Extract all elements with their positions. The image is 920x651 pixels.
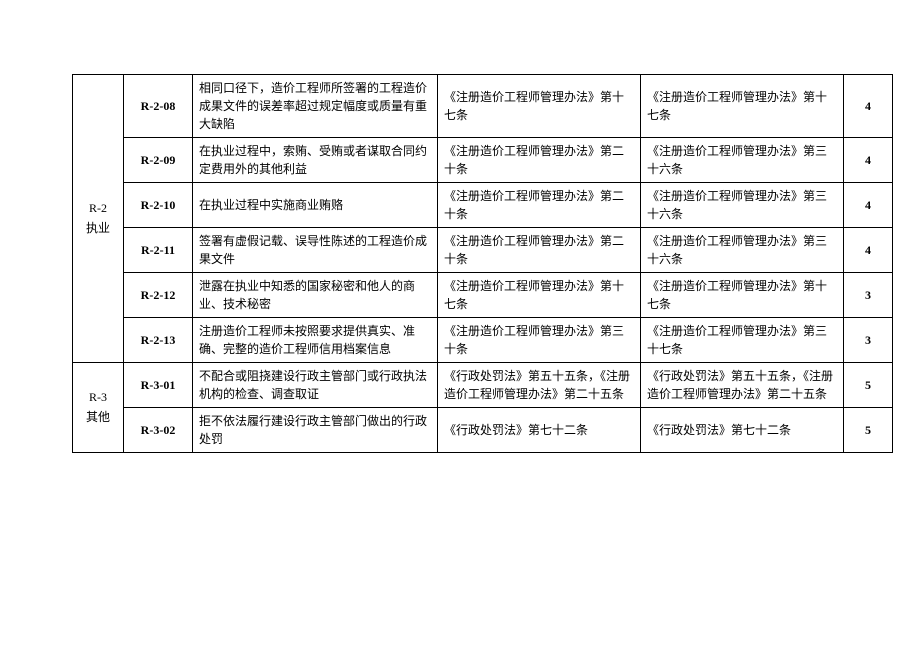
category-code: R-3 [79,388,117,407]
row-basis-1: 《行政处罚法》第七十二条 [438,408,641,453]
row-code: R-3-01 [124,363,193,408]
row-basis-2: 《注册造价工程师管理办法》第三十六条 [641,138,844,183]
row-basis-2: 《注册造价工程师管理办法》第三十六条 [641,183,844,228]
row-code: R-2-12 [124,273,193,318]
table-row: R-2-09在执业过程中，索贿、受贿或者谋取合同约定费用外的其他利益《注册造价工… [73,138,893,183]
row-score: 3 [844,318,893,363]
row-basis-1: 《注册造价工程师管理办法》第二十条 [438,228,641,273]
row-score: 5 [844,363,893,408]
row-score: 3 [844,273,893,318]
row-basis-1: 《注册造价工程师管理办法》第十七条 [438,75,641,138]
row-score: 4 [844,75,893,138]
regulation-table: R-2执业R-2-08相同口径下，造价工程师所签署的工程造价成果文件的误差率超过… [72,74,893,453]
row-basis-2: 《行政处罚法》第七十二条 [641,408,844,453]
row-code: R-2-08 [124,75,193,138]
table-row: R-2-13注册造价工程师未按照要求提供真实、准确、完整的造价工程师信用档案信息… [73,318,893,363]
row-code: R-2-13 [124,318,193,363]
row-basis-2: 《注册造价工程师管理办法》第十七条 [641,75,844,138]
row-code: R-3-02 [124,408,193,453]
row-score: 4 [844,138,893,183]
category-cell: R-3其他 [73,363,124,453]
row-description: 签署有虚假记载、误导性陈述的工程造价成果文件 [193,228,438,273]
category-cell: R-2执业 [73,75,124,363]
table-row: R-2-11签署有虚假记载、误导性陈述的工程造价成果文件《注册造价工程师管理办法… [73,228,893,273]
row-code: R-2-10 [124,183,193,228]
table-row: R-3其他R-3-01不配合或阻挠建设行政主管部门或行政执法机构的检查、调查取证… [73,363,893,408]
table-row: R-2-10在执业过程中实施商业贿赂《注册造价工程师管理办法》第二十条《注册造价… [73,183,893,228]
row-description: 泄露在执业中知悉的国家秘密和他人的商业、技术秘密 [193,273,438,318]
row-score: 4 [844,183,893,228]
row-basis-1: 《注册造价工程师管理办法》第二十条 [438,138,641,183]
row-basis-1: 《注册造价工程师管理办法》第十七条 [438,273,641,318]
row-basis-1: 《注册造价工程师管理办法》第二十条 [438,183,641,228]
row-basis-1: 《注册造价工程师管理办法》第三十条 [438,318,641,363]
row-code: R-2-09 [124,138,193,183]
row-score: 4 [844,228,893,273]
row-description: 注册造价工程师未按照要求提供真实、准确、完整的造价工程师信用档案信息 [193,318,438,363]
row-basis-1: 《行政处罚法》第五十五条，《注册造价工程师管理办法》第二十五条 [438,363,641,408]
row-description: 相同口径下，造价工程师所签署的工程造价成果文件的误差率超过规定幅度或质量有重大缺… [193,75,438,138]
row-description: 在执业过程中实施商业贿赂 [193,183,438,228]
row-basis-2: 《注册造价工程师管理办法》第十七条 [641,273,844,318]
row-basis-2: 《注册造价工程师管理办法》第三十六条 [641,228,844,273]
row-description: 不配合或阻挠建设行政主管部门或行政执法机构的检查、调查取证 [193,363,438,408]
table-row: R-2执业R-2-08相同口径下，造价工程师所签署的工程造价成果文件的误差率超过… [73,75,893,138]
row-score: 5 [844,408,893,453]
row-description: 在执业过程中，索贿、受贿或者谋取合同约定费用外的其他利益 [193,138,438,183]
row-code: R-2-11 [124,228,193,273]
category-name: 其他 [79,408,117,427]
row-basis-2: 《注册造价工程师管理办法》第三十七条 [641,318,844,363]
category-code: R-2 [79,199,117,218]
table-row: R-2-12泄露在执业中知悉的国家秘密和他人的商业、技术秘密《注册造价工程师管理… [73,273,893,318]
row-basis-2: 《行政处罚法》第五十五条，《注册造价工程师管理办法》第二十五条 [641,363,844,408]
category-name: 执业 [79,219,117,238]
table-row: R-3-02拒不依法履行建设行政主管部门做出的行政处罚《行政处罚法》第七十二条《… [73,408,893,453]
row-description: 拒不依法履行建设行政主管部门做出的行政处罚 [193,408,438,453]
